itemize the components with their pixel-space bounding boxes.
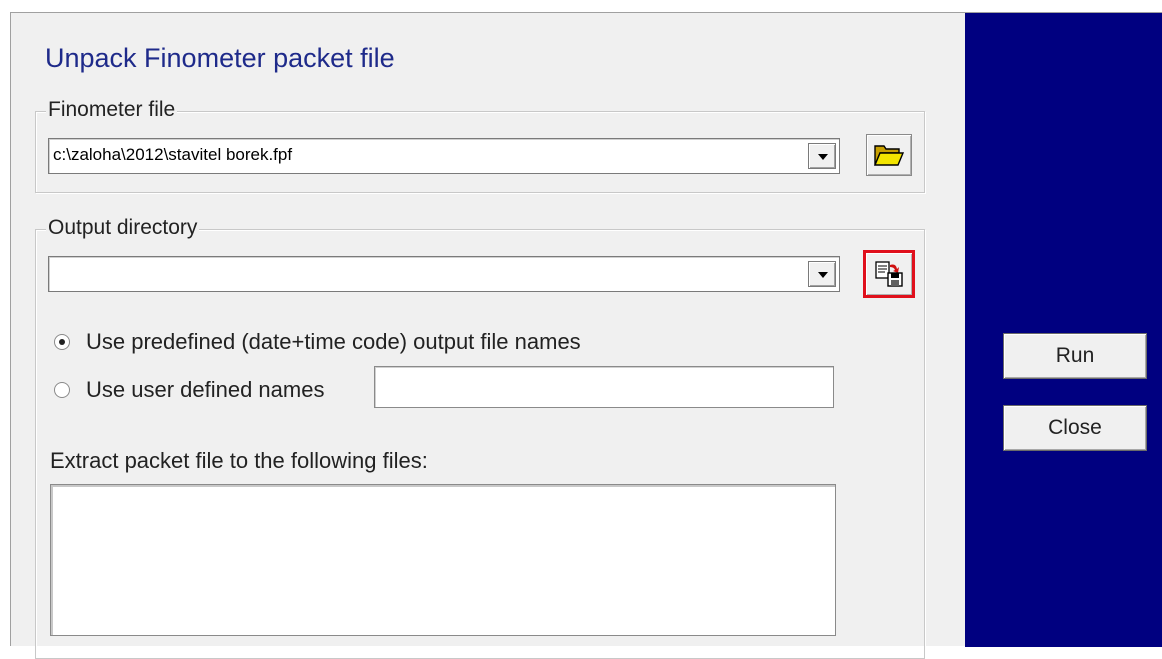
finometer-file-combo[interactable]: c:\zaloha\2012\stavitel borek.fpf [48,138,840,174]
output-directory-group: Output directory Use predefined (date+ti… [35,215,925,659]
browse-finometer-file-button[interactable] [866,134,912,176]
unpack-dialog: Unpack Finometer packet file Finometer f… [10,12,1162,659]
user-defined-names-option[interactable]: Use user defined names [54,378,374,404]
side-panel [965,13,1162,647]
extract-files-label: Extract packet file to the following fil… [50,448,428,473]
extract-files-list[interactable] [50,484,836,636]
predefined-names-label: Use predefined (date+time code) output f… [86,329,581,354]
output-directory-combo[interactable] [48,256,840,292]
output-directory-legend: Output directory [46,215,200,241]
chevron-down-icon[interactable] [808,261,836,287]
user-defined-names-radio[interactable] [54,382,70,398]
finometer-file-group: Finometer file c:\zaloha\2012\stavitel b… [35,97,925,193]
folder-open-icon [873,145,905,166]
predefined-names-radio[interactable] [54,334,70,350]
save-to-folder-icon [875,261,903,287]
close-button[interactable]: Close [1003,405,1147,451]
chevron-down-icon[interactable] [808,143,836,169]
user-defined-name-input[interactable] [374,366,834,408]
browse-output-directory-button[interactable] [863,250,915,298]
run-button[interactable]: Run [1003,333,1147,379]
dialog-title: Unpack Finometer packet file [45,43,395,73]
user-defined-names-label: Use user defined names [86,377,325,402]
predefined-names-option[interactable]: Use predefined (date+time code) output f… [54,330,694,356]
finometer-file-legend: Finometer file [46,97,178,123]
finometer-file-value: c:\zaloha\2012\stavitel borek.fpf [53,145,293,164]
